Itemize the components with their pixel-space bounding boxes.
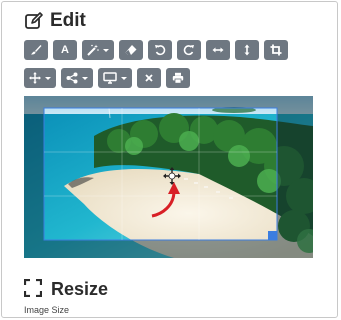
edit-header: Edit	[24, 10, 86, 32]
magic-wand-dropdown-button[interactable]	[82, 40, 114, 60]
magic-wand-icon	[87, 44, 99, 56]
arrows-horizontal-icon	[212, 47, 224, 53]
close-button[interactable]	[137, 68, 161, 88]
monitor-icon	[103, 72, 117, 84]
move-icon	[29, 72, 41, 84]
share-dropdown-button[interactable]	[61, 68, 93, 88]
arrows-vertical-icon	[244, 44, 250, 56]
eraser-tool-button[interactable]	[119, 40, 143, 60]
flip-vertical-button[interactable]	[235, 40, 259, 60]
redo-button[interactable]	[177, 40, 201, 60]
toolbar-row-secondary	[24, 68, 190, 88]
share-icon	[66, 72, 78, 84]
display-dropdown-button[interactable]	[98, 68, 132, 88]
flip-horizontal-button[interactable]	[206, 40, 230, 60]
text-tool-button[interactable]: A	[53, 40, 77, 60]
crop-icon	[270, 44, 282, 56]
resize-header: Resize	[24, 279, 108, 299]
fullscreen-icon	[24, 279, 44, 299]
eraser-icon	[125, 45, 137, 55]
chevron-down-icon	[103, 48, 109, 52]
print-button[interactable]	[166, 68, 190, 88]
crop-button[interactable]	[264, 40, 288, 60]
chevron-down-icon	[82, 76, 88, 80]
move-dropdown-button[interactable]	[24, 68, 56, 88]
undo-button[interactable]	[148, 40, 172, 60]
chevron-down-icon	[121, 76, 127, 80]
close-icon	[145, 74, 153, 82]
brush-icon	[31, 45, 42, 55]
image-canvas[interactable]	[24, 96, 313, 258]
edit-icon	[24, 11, 44, 31]
image-size-label: Image Size	[24, 305, 70, 315]
brush-tool-button[interactable]	[24, 40, 48, 60]
toolbar-row-primary: A	[24, 40, 288, 60]
beach-image	[24, 96, 313, 258]
text-tool-label: A	[61, 44, 69, 56]
undo-icon	[155, 45, 166, 56]
page-title: Edit	[50, 10, 86, 31]
resize-title: Resize	[51, 278, 109, 299]
chevron-down-icon	[45, 76, 51, 80]
print-icon	[172, 72, 184, 84]
redo-icon	[183, 45, 194, 56]
